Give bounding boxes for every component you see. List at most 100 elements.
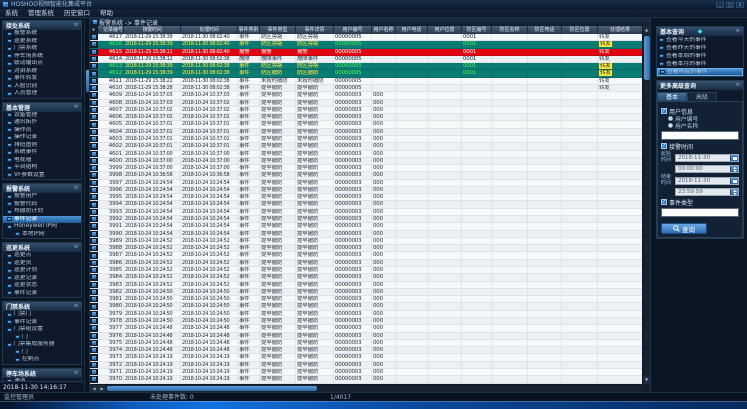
table-row[interactable]: 46122018-11-29 15:38:392018-11-30 08:02:… xyxy=(90,70,642,77)
table-row[interactable]: 39902018-10-24 10:24:542018-10-24 10:24:… xyxy=(90,231,642,238)
panel-collapse-icon[interactable]: ≡ xyxy=(74,103,78,112)
minimize-button[interactable]: _ xyxy=(716,2,724,8)
column-header[interactable]: 用户名称 xyxy=(372,26,396,34)
scroll-up-icon[interactable]: ▲ xyxy=(643,26,650,34)
sidebar-item[interactable]: 门 xyxy=(3,334,81,342)
quick-query-item[interactable]: 查看今天的事件 xyxy=(657,36,743,44)
scroll-left-icon[interactable]: ◀ xyxy=(90,385,98,392)
sidebar-item[interactable]: 报警用户 xyxy=(3,193,81,201)
table-row[interactable]: 39892018-10-24 10:24:522018-10-24 10:24:… xyxy=(90,238,642,245)
end-time-field[interactable]: 23:59:59 xyxy=(675,188,739,196)
sidebar-item[interactable]: 控制点 xyxy=(3,356,81,364)
scroll-down-icon[interactable]: ▼ xyxy=(643,376,650,384)
sidebar-item[interactable]: 人员管理 xyxy=(3,90,81,98)
user-id-radio[interactable] xyxy=(668,116,673,121)
table-row[interactable]: 39732018-10-24 10:24:192018-10-24 10:24:… xyxy=(90,354,642,361)
table-row[interactable]: 39752018-10-24 10:24:482018-10-24 10:24:… xyxy=(90,340,642,347)
table-row[interactable]: 39872018-10-24 10:24:522018-10-24 10:24:… xyxy=(90,252,642,259)
table-row[interactable]: 39922018-10-24 10:24:542018-10-24 10:24:… xyxy=(90,216,642,223)
panel-collapse-icon[interactable]: ≡ xyxy=(74,21,78,30)
column-header[interactable]: 用户编号 xyxy=(334,26,372,34)
table-row[interactable]: 39852018-10-24 10:24:522018-10-24 10:24:… xyxy=(90,267,642,274)
sidebar-item[interactable]: 事件转发 xyxy=(3,75,81,83)
sidebar-item[interactable]: 布撤防计划 xyxy=(3,208,81,216)
column-header[interactable]: 防区编号 xyxy=(462,26,492,34)
time-spinner-icon[interactable] xyxy=(730,189,738,195)
sidebar-item[interactable]: 排班图例 xyxy=(3,142,81,150)
sidebar-item[interactable]: 巡更点 xyxy=(3,252,81,260)
table-row[interactable]: 46092018-10-24 10:37:032018-10-24 10:37:… xyxy=(90,92,642,99)
table-row[interactable]: 46062018-10-24 10:37:022018-10-24 10:37:… xyxy=(90,114,642,121)
panel-collapse-icon[interactable]: ≡ xyxy=(74,243,78,252)
panel-collapse-icon[interactable]: ≡ xyxy=(74,302,78,311)
column-header[interactable]: 事件类别 xyxy=(238,26,260,34)
column-header[interactable]: 处理时间 xyxy=(181,26,238,34)
menu-item-2[interactable]: 历史窗口 xyxy=(64,9,90,18)
sidebar-item[interactable]: 门 xyxy=(3,349,81,357)
table-row[interactable]: 46102018-11-29 15:38:282018-11-30 08:02:… xyxy=(90,85,642,92)
table-row[interactable]: 39762018-10-24 10:24:482018-10-24 10:24:… xyxy=(90,333,642,340)
table-row[interactable]: 39792018-10-24 10:24:502018-10-24 10:24:… xyxy=(90,311,642,318)
event-type-input[interactable] xyxy=(661,208,739,217)
sidebar-item[interactable]: 事件记录 xyxy=(3,290,81,298)
table-row[interactable]: 39862018-10-24 10:24:522018-10-24 10:24:… xyxy=(90,260,642,267)
table-row[interactable]: 46032018-10-24 10:37:012018-10-24 10:37:… xyxy=(90,136,642,143)
panel-collapse-icon[interactable]: ≡ xyxy=(736,27,740,36)
start-time-field[interactable]: 00:00:00 xyxy=(675,165,739,173)
table-row[interactable]: 39802018-10-24 10:24:502018-10-24 10:24:… xyxy=(90,303,642,310)
table-row[interactable]: 39932018-10-24 10:24:542018-10-24 10:24:… xyxy=(90,209,642,216)
table-row[interactable]: 46162018-11-29 15:38:392018-11-30 08:02:… xyxy=(90,41,642,48)
column-header[interactable]: 事件类型 xyxy=(260,26,296,34)
sidebar-panel-header[interactable]: 门禁系统≡ xyxy=(3,302,81,311)
sidebar-item[interactable]: 报警系统 xyxy=(3,30,81,38)
sidebar-panel-header[interactable]: 报警系统≡ xyxy=(3,184,81,193)
table-row[interactable]: 46152018-11-29 15:38:112018-11-30 08:02:… xyxy=(90,49,642,56)
table-row[interactable]: 39812018-10-24 10:24:502018-10-24 10:24:… xyxy=(90,296,642,303)
filter-column-header[interactable]: ▼ xyxy=(90,26,98,34)
sidebar-item[interactable]: 巡更计划 xyxy=(3,267,81,275)
sidebar-item[interactable]: Honeywell IP网 xyxy=(3,223,81,231)
event-type-checkbox[interactable]: ✓ xyxy=(661,199,667,205)
sidebar-item[interactable]: 巡更系统 xyxy=(3,38,81,46)
menu-item-0[interactable]: 系统 xyxy=(5,9,18,18)
sidebar-item[interactable]: 平台结构 xyxy=(3,164,81,172)
sidebar-item[interactable]: 电视墙 xyxy=(3,157,81,165)
column-header[interactable]: 处理结果 xyxy=(598,26,642,34)
table-row[interactable]: 39842018-10-24 10:24:522018-10-24 10:24:… xyxy=(90,274,642,281)
menu-item-1[interactable]: 管理系统 xyxy=(28,9,54,18)
table-row[interactable]: 39972018-10-24 10:24:542018-10-24 10:24:… xyxy=(90,180,642,187)
scroll-right-icon[interactable]: ▶ xyxy=(98,385,106,392)
quick-query-item[interactable]: 查看昨天的事件 xyxy=(657,44,743,52)
basic-query-header[interactable]: 基本查询 ≡ xyxy=(657,27,743,36)
vertical-scrollbar[interactable]: ▲ ▼ xyxy=(642,26,650,384)
panel-collapse-icon[interactable]: ≡ xyxy=(736,81,740,90)
horizontal-scrollbar[interactable]: ◀ ▶ xyxy=(90,384,642,392)
table-row[interactable]: 39722018-10-24 10:24:192018-10-24 10:24:… xyxy=(90,362,642,369)
horizontal-scroll-thumb[interactable] xyxy=(107,386,317,391)
close-button[interactable]: × xyxy=(736,2,744,8)
maximize-button[interactable]: □ xyxy=(726,2,734,8)
table-row[interactable]: 39962018-10-24 10:24:542018-10-24 10:24:… xyxy=(90,187,642,194)
table-row[interactable]: 46042018-10-24 10:37:012018-10-24 10:37:… xyxy=(90,129,642,136)
quick-query-item[interactable]: 查看本周的事件 xyxy=(657,52,743,60)
sidebar-item[interactable]: 设备管理 xyxy=(3,112,81,120)
sidebar-item[interactable]: 巡更员 xyxy=(3,260,81,268)
end-date-field[interactable]: 2018-11-30 xyxy=(675,177,739,185)
table-row[interactable]: 39702018-10-24 10:24:192018-10-24 10:24:… xyxy=(90,376,642,383)
sidebar-item[interactable]: 巡更状态 xyxy=(3,282,81,290)
table-row[interactable]: 39712018-10-24 10:24:192018-10-24 10:24:… xyxy=(90,369,642,376)
user-info-checkbox[interactable]: ✓ xyxy=(661,108,667,114)
tab-advanced[interactable]: 高级 xyxy=(687,92,717,101)
table-row[interactable]: 46002018-10-24 10:37:002018-10-24 10:37:… xyxy=(90,158,642,165)
sidebar-panel-header[interactable]: 接处系统≡ xyxy=(3,21,81,30)
sidebar-item[interactable]: VF参数设置 xyxy=(3,172,81,180)
sidebar-panel-header[interactable]: 巡更系统≡ xyxy=(3,243,81,252)
table-row[interactable]: 46072018-10-24 10:37:022018-10-24 10:37:… xyxy=(90,107,642,114)
table-row[interactable]: 46052018-10-24 10:37:012018-10-24 10:37:… xyxy=(90,121,642,128)
sidebar-item[interactable]: 事件记录 xyxy=(3,319,81,327)
start-date-field[interactable]: 2018-11-30 xyxy=(675,154,739,162)
panel-collapse-icon[interactable]: ≡ xyxy=(74,369,78,378)
table-row[interactable]: 39832018-10-24 10:24:522018-10-24 10:24:… xyxy=(90,282,642,289)
user-name-radio[interactable] xyxy=(668,123,673,128)
column-header[interactable]: 防区名称 xyxy=(492,26,528,34)
